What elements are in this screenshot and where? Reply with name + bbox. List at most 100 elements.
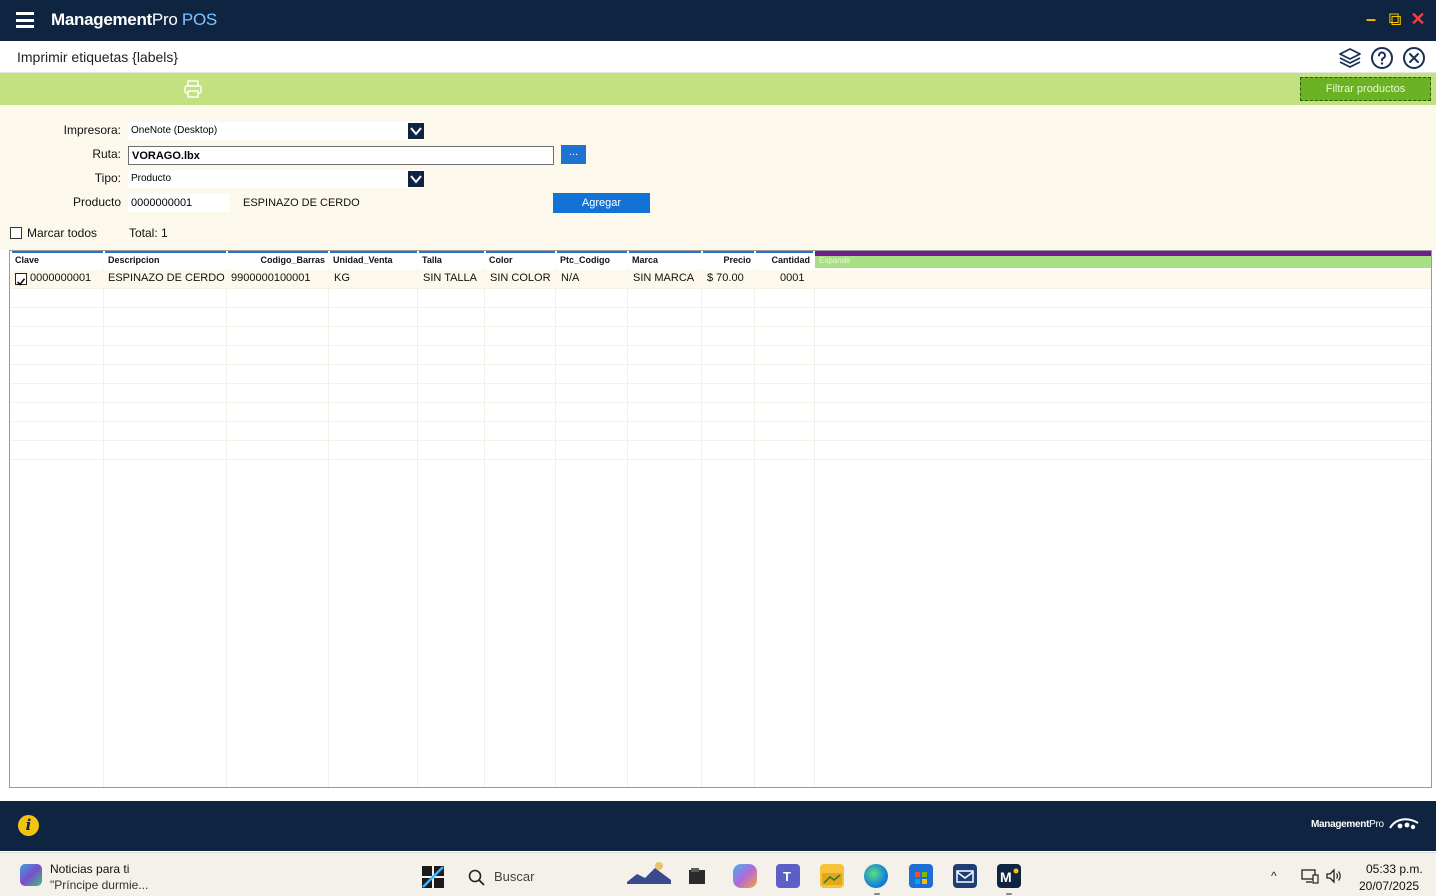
svg-text:M: M — [1000, 869, 1012, 885]
total-count: Total: 1 — [129, 226, 168, 240]
chevron-down-icon[interactable] — [408, 171, 424, 187]
column-header-clave[interactable]: Clave — [12, 251, 103, 268]
edge-browser-app-icon[interactable] — [864, 864, 888, 888]
select-all-label: Marcar todos — [27, 226, 98, 240]
column-header-color[interactable]: Color — [486, 251, 555, 268]
path-input[interactable]: VORAGO.lbx — [128, 146, 554, 165]
grid-divider — [555, 268, 556, 787]
checkmark-icon — [16, 278, 26, 286]
news-subtitle[interactable]: "Príncipe durmie... — [50, 878, 148, 892]
cell-ptc-codigo: N/A — [561, 272, 580, 284]
cell-clave: 0000000001 — [30, 272, 92, 284]
column-header-unidad-venta[interactable]: Unidad_Venta — [330, 251, 417, 268]
news-widget-icon[interactable] — [20, 864, 42, 886]
path-label: Ruta: — [92, 147, 121, 161]
grid-divider — [103, 268, 104, 787]
brand-management: Management — [51, 10, 152, 29]
column-header-precio[interactable]: Precio — [703, 251, 754, 268]
copilot-app-icon[interactable] — [733, 864, 757, 888]
add-button[interactable]: Agregar — [553, 193, 650, 213]
printer-label: Impresora: — [63, 123, 121, 137]
app-brand: ManagementPro POS — [51, 10, 217, 30]
store-app-icon[interactable] — [909, 864, 933, 888]
windows-start-icon[interactable] — [421, 865, 445, 889]
search-icon — [468, 869, 485, 886]
grid-row-line — [10, 383, 1431, 384]
cell-precio: $ 70.00 — [707, 272, 744, 284]
active-app-indicator — [874, 893, 880, 895]
file-manager-app-icon[interactable] — [685, 864, 709, 888]
printer-select-value: OneNote (Desktop) — [131, 125, 218, 136]
label-form: Impresora: OneNote (Desktop) Ruta: VORAG… — [0, 105, 1436, 250]
column-header-codigo-barras[interactable]: Codigo_Barras — [228, 251, 328, 268]
footer-brand-management: Management — [1311, 819, 1370, 830]
product-code-input[interactable]: 0000000001 — [128, 194, 230, 212]
expand-column-label: Expandir — [819, 256, 851, 265]
managementpro-app-icon[interactable]: M — [997, 864, 1021, 888]
column-header-descripcion[interactable]: Descripcion — [105, 251, 226, 268]
menu-icon[interactable] — [16, 12, 34, 28]
restore-button[interactable]: ⧉ — [1386, 9, 1404, 29]
cell-unidad-venta: KG — [334, 272, 350, 284]
minimize-button[interactable]: – — [1362, 9, 1380, 29]
grid-divider — [328, 268, 329, 787]
grid-row-line — [10, 288, 1431, 289]
grid-row-line — [10, 326, 1431, 327]
help-icon[interactable] — [1370, 46, 1394, 70]
volume-icon[interactable] — [1325, 868, 1343, 884]
toolbar: Filtrar productos — [0, 73, 1436, 105]
layers-icon[interactable] — [1338, 46, 1362, 70]
close-window-button[interactable]: ✕ — [1409, 9, 1427, 29]
select-all-checkbox[interactable] — [10, 227, 22, 239]
info-icon[interactable]: i — [18, 815, 39, 836]
search-highlight-icon — [627, 860, 671, 884]
grid-row-line — [10, 402, 1431, 403]
table-row[interactable]: 0000000001 ESPINAZO DE CERDO 99000001000… — [10, 270, 815, 288]
footer-brand-pro: Pro — [1369, 819, 1384, 830]
type-select[interactable]: Producto — [128, 170, 424, 188]
page-header: Imprimir etiquetas {labels} — [0, 41, 1436, 73]
active-app-indicator — [1006, 893, 1012, 895]
search-placeholder: Buscar — [494, 869, 535, 884]
column-header-ptc-codigo[interactable]: Ptc_Codigo — [557, 251, 627, 268]
cell-codigo-barras: 9900000100001 — [231, 272, 311, 284]
table-row-extension — [815, 270, 1431, 288]
page-title: Imprimir etiquetas {labels} — [17, 49, 179, 65]
row-checkbox[interactable] — [15, 273, 27, 286]
cell-color: SIN COLOR — [490, 272, 551, 284]
clock-date[interactable]: 20/07/2025 — [1359, 879, 1419, 893]
expand-column-header[interactable]: Expandir — [815, 251, 1431, 268]
grid-row-line — [10, 307, 1431, 308]
teams-app-icon[interactable]: T — [776, 864, 800, 888]
filter-products-button[interactable]: Filtrar productos — [1300, 77, 1431, 101]
column-header-cantidad[interactable]: Cantidad — [756, 251, 813, 268]
close-circle-icon[interactable] — [1402, 46, 1426, 70]
grid-divider — [814, 268, 815, 787]
brand-logo-icon — [1389, 818, 1419, 830]
brand-pro: Pro — [151, 10, 178, 29]
title-bar: ManagementPro POS – ⧉ ✕ — [0, 0, 1436, 41]
grid-row-line — [10, 364, 1431, 365]
taskbar: Noticias para ti "Príncipe durmie... Bus… — [0, 852, 1436, 896]
status-footer: i ManagementPro — [0, 801, 1436, 851]
products-grid: Clave Descripcion Codigo_Barras Unidad_V… — [9, 250, 1432, 788]
product-code-value: 0000000001 — [131, 197, 193, 209]
column-header-marca[interactable]: Marca — [629, 251, 701, 268]
grid-row-line — [10, 345, 1431, 346]
grid-row-line — [10, 421, 1431, 422]
clock-time[interactable]: 05:33 p.m. — [1366, 862, 1423, 876]
column-header-talla[interactable]: Talla — [419, 251, 484, 268]
news-title[interactable]: Noticias para ti — [50, 862, 129, 876]
file-explorer-app-icon[interactable] — [820, 864, 844, 888]
grid-divider — [417, 268, 418, 787]
chevron-down-icon[interactable] — [408, 123, 424, 139]
printer-icon[interactable] — [183, 80, 203, 98]
cell-cantidad: 0001 — [780, 272, 805, 284]
brand-pos: POS — [177, 10, 217, 29]
type-select-value: Producto — [131, 173, 172, 184]
tray-chevron-up-icon[interactable]: ^ — [1271, 869, 1277, 883]
browse-button[interactable]: ... — [561, 145, 586, 164]
network-icon[interactable] — [1301, 868, 1319, 884]
printer-select[interactable]: OneNote (Desktop) — [128, 122, 424, 140]
mail-app-icon[interactable] — [953, 864, 977, 888]
